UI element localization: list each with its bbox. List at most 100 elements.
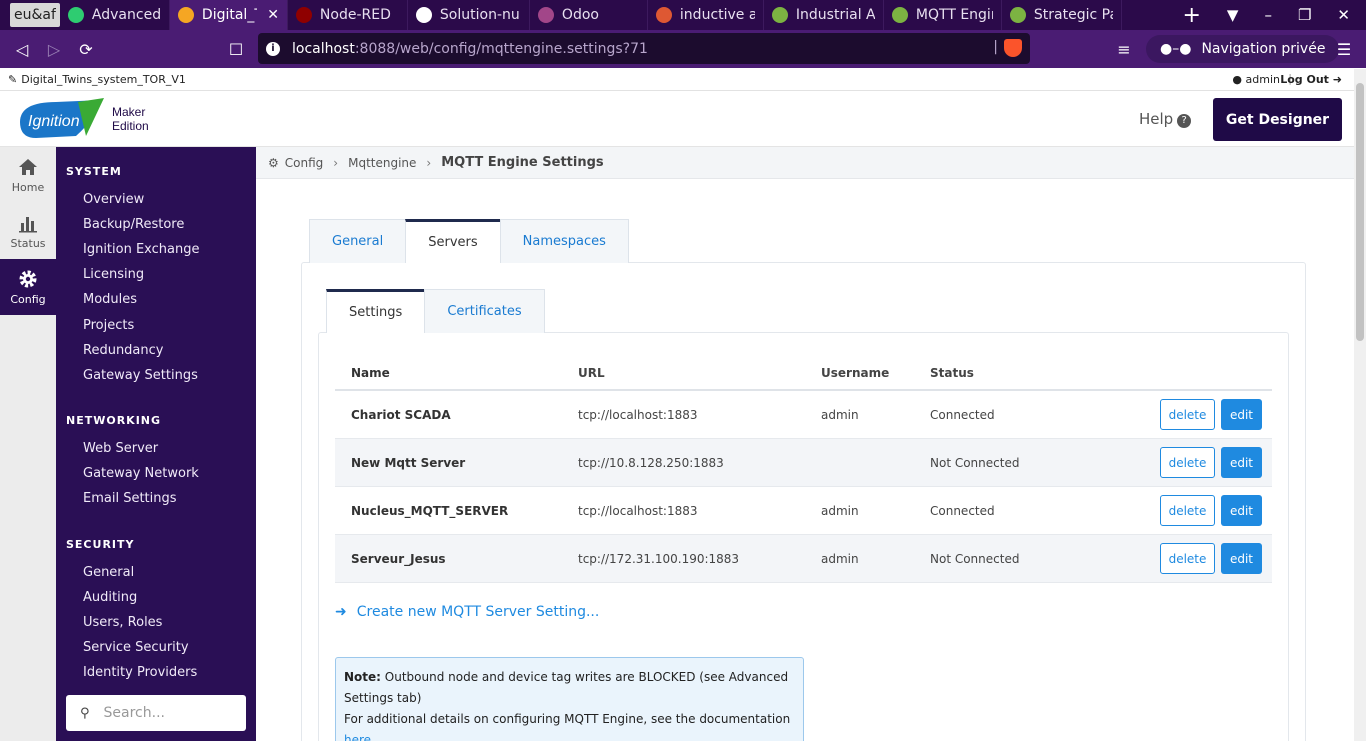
tab-servers[interactable]: Servers: [405, 219, 501, 263]
sidebar-item-service-security[interactable]: Service Security: [83, 640, 189, 655]
server-username: admin: [821, 503, 859, 518]
get-designer-button[interactable]: Get Designer: [1213, 98, 1342, 141]
table-row: Serveur_Jesus tcp://172.31.100.190:1883 ad…: [335, 535, 1272, 583]
main-content: General Servers Namespaces Settings Cert…: [256, 179, 1354, 741]
private-glasses-icon: ●–●: [1160, 41, 1192, 57]
row-actions: delete edit: [1130, 447, 1272, 478]
close-window-icon[interactable]: ✕: [1337, 6, 1350, 24]
tab-settings[interactable]: Settings: [326, 289, 426, 333]
tab-list-icon[interactable]: ▼: [1227, 6, 1239, 24]
delete-button[interactable]: delete: [1160, 399, 1215, 430]
back-icon[interactable]: ◁: [6, 40, 38, 59]
server-name: Chariot SCADA: [351, 407, 451, 422]
svg-text:Maker: Maker: [112, 105, 145, 119]
tab-certificates[interactable]: Certificates: [424, 289, 545, 333]
gear-icon: [891, 7, 908, 23]
sidebar-item-gateway-settings[interactable]: Gateway Settings: [83, 368, 198, 383]
sidebar-item-auditing[interactable]: Auditing: [83, 590, 137, 605]
rail-status-label: Status: [10, 237, 46, 250]
private-browsing-badge[interactable]: ●–● Navigation privée: [1146, 35, 1340, 63]
sidebar-item-overview[interactable]: Overview: [83, 192, 144, 207]
sidebar-item-users-roles[interactable]: Users, Roles: [83, 615, 162, 630]
browser-tab[interactable]: inductive au: [648, 0, 764, 30]
logout-link[interactable]: Log Out ➜: [1280, 73, 1342, 86]
sidebar-item-licensing[interactable]: Licensing: [83, 267, 144, 282]
edit-project-icon[interactable]: ✎: [8, 73, 17, 86]
row-actions: delete edit: [1130, 399, 1272, 430]
create-server-link[interactable]: ➜ Create new MQTT Server Setting...: [335, 604, 599, 620]
browser-tab-label: Advanced - N: [91, 7, 161, 23]
tab-namespaces[interactable]: Namespaces: [499, 219, 629, 263]
server-status: Connected: [930, 503, 995, 518]
scrollbar-thumb[interactable]: [1356, 83, 1364, 341]
sidebar-item-redundancy[interactable]: Redundancy: [83, 343, 163, 358]
table-row: New Mqtt Server tcp://10.8.128.250:1883 No…: [335, 439, 1272, 487]
ignition-icon: [177, 7, 194, 23]
sidebar-heading-networking: NETWORKING: [66, 414, 162, 427]
gear-icon: [771, 7, 788, 23]
delete-button[interactable]: delete: [1160, 543, 1215, 574]
sidebar-item-backup-restore[interactable]: Backup/Restore: [83, 217, 184, 232]
page-scrollbar[interactable]: [1354, 69, 1366, 741]
edit-button[interactable]: edit: [1221, 495, 1262, 526]
edit-button[interactable]: edit: [1221, 543, 1262, 574]
brave-shield-icon[interactable]: [1004, 39, 1022, 57]
browser-tab[interactable]: Advanced - N: [60, 0, 170, 30]
browser-tab[interactable]: Odoo: [530, 0, 648, 30]
sidebar-item-projects[interactable]: Projects: [83, 318, 134, 333]
sidebar-item-general[interactable]: General: [83, 565, 134, 580]
browser-tab[interactable]: Node-RED: [288, 0, 408, 30]
new-tab-icon[interactable]: +: [1182, 3, 1200, 28]
close-tab-icon[interactable]: ✕: [267, 7, 279, 23]
server-status: Not Connected: [930, 455, 1020, 470]
table-header: Name URL Username Status: [335, 357, 1272, 391]
documentation-link[interactable]: here: [344, 733, 371, 741]
delete-button[interactable]: delete: [1160, 495, 1215, 526]
gateway-header: Ignition Maker Edition Help? Get Designe…: [0, 91, 1354, 147]
forward-icon[interactable]: ▷: [38, 40, 70, 59]
sidebar-item-modules[interactable]: Modules: [83, 292, 137, 307]
tab-general[interactable]: General: [309, 219, 407, 263]
server-name: New Mqtt Server: [351, 455, 466, 470]
edit-button[interactable]: edit: [1221, 399, 1262, 430]
sidebar-item-web-server[interactable]: Web Server: [83, 441, 158, 456]
minimize-icon[interactable]: –: [1264, 6, 1272, 24]
rail-home[interactable]: Home: [0, 147, 56, 203]
breadcrumb-config[interactable]: Config: [285, 156, 324, 170]
browser-tab[interactable]: Strategic Pa: [1002, 0, 1122, 30]
edit-button[interactable]: edit: [1221, 447, 1262, 478]
bookmark-icon[interactable]: ☐: [220, 40, 252, 59]
server-url: tcp://10.8.128.250:1883: [578, 455, 724, 470]
sidebar-item-ignition-exchange[interactable]: Ignition Exchange: [83, 242, 200, 257]
menu-icon[interactable]: ☰: [1328, 40, 1360, 59]
logout-label: Log Out: [1280, 73, 1329, 86]
browser-tab[interactable]: Solution-nun: [408, 0, 530, 30]
sidebar-search[interactable]: ⚲ Search...: [66, 695, 246, 731]
info-note: Note: Outbound node and device tag write…: [335, 657, 804, 741]
sidebar-item-identity-providers[interactable]: Identity Providers: [83, 665, 197, 680]
note-text-blocked: Outbound node and device tag writes are …: [344, 670, 789, 705]
server-username: admin: [821, 407, 859, 422]
ignition-logo[interactable]: Ignition Maker Edition: [16, 96, 148, 142]
info-icon[interactable]: i: [266, 41, 280, 56]
browser-tab[interactable]: Digital_Tw ✕: [169, 0, 288, 30]
help-link[interactable]: Help?: [1139, 110, 1192, 128]
browser-tab-label: inductive au: [679, 7, 755, 23]
address-bar[interactable]: i localhost:8088/web/config/mqttengine.s…: [258, 33, 1030, 64]
rail-status[interactable]: Status: [0, 203, 56, 259]
maximize-icon[interactable]: ❐: [1298, 6, 1311, 24]
browser-tab-label: Solution-nun: [439, 7, 521, 23]
delete-button[interactable]: delete: [1160, 447, 1215, 478]
sidebar-item-email-settings[interactable]: Email Settings: [83, 491, 177, 506]
reload-icon[interactable]: ⟳: [70, 40, 102, 59]
browser-tab[interactable]: eu&af: [10, 3, 60, 27]
page-title: MQTT Engine Settings: [441, 155, 604, 170]
sidebar-item-gateway-network[interactable]: Gateway Network: [83, 466, 199, 481]
gear-icon: [1009, 7, 1026, 23]
home-icon: [19, 159, 37, 175]
browser-tab[interactable]: Industrial Au: [764, 0, 884, 30]
playlist-icon[interactable]: ≡: [1108, 40, 1140, 59]
browser-tab[interactable]: MQTT Engin: [884, 0, 1002, 30]
breadcrumb-mqttengine[interactable]: Mqttengine: [348, 156, 416, 170]
rail-config[interactable]: Config: [0, 259, 56, 315]
